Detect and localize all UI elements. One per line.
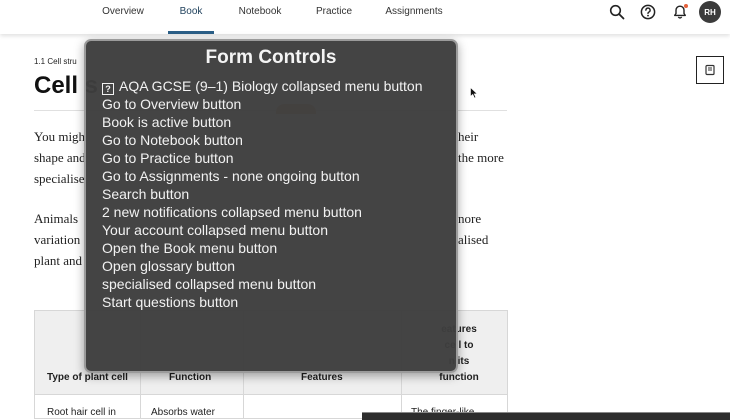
notification-dot bbox=[684, 4, 688, 8]
tab-overview-label: Overview bbox=[102, 6, 144, 17]
tab-assignments-label: Assignments bbox=[385, 6, 443, 17]
list-item[interactable]: Open glossary button bbox=[102, 257, 423, 275]
specialised-link[interactable]: the more bbox=[458, 147, 504, 168]
list-item[interactable]: Search button bbox=[102, 185, 423, 203]
form-controls-overlay: Form Controls ? AQA GCSE (9–1) Biology co… bbox=[84, 39, 458, 373]
paragraph-2-right-line-1: nore bbox=[458, 211, 482, 226]
list-item[interactable]: Go to Overview button bbox=[102, 95, 423, 113]
tab-book[interactable]: Book bbox=[168, 0, 214, 34]
list-item[interactable]: 2 new notifications collapsed menu butto… bbox=[102, 203, 423, 221]
tab-practice[interactable]: Practice bbox=[310, 0, 358, 34]
paragraph-1-right-line-1: heir bbox=[458, 129, 479, 144]
cell-absorbs-water: Absorbs water bbox=[151, 407, 215, 418]
list-item[interactable]: Open the Book menu button bbox=[102, 239, 423, 257]
overlay-title: Form Controls bbox=[205, 47, 337, 68]
paragraph-2-right-line-2: alised bbox=[458, 232, 489, 247]
list-item[interactable]: Start questions button bbox=[102, 293, 423, 311]
list-item[interactable]: Go to Notebook button bbox=[102, 131, 423, 149]
avatar[interactable]: RH bbox=[699, 1, 721, 23]
list-item[interactable]: Book is active button bbox=[102, 113, 423, 131]
tab-notebook-label: Notebook bbox=[238, 6, 282, 17]
question-box-icon: ? bbox=[102, 83, 114, 95]
search-icon[interactable] bbox=[607, 2, 627, 22]
mouse-cursor-icon bbox=[470, 86, 479, 104]
list-item[interactable]: specialised collapsed menu button bbox=[102, 275, 423, 293]
help-icon[interactable] bbox=[638, 2, 658, 22]
paragraph-2-right: nore alised bbox=[458, 208, 488, 250]
tab-practice-label: Practice bbox=[315, 6, 353, 17]
glossary-book-icon bbox=[705, 64, 715, 76]
form-controls-list: ? AQA GCSE (9–1) Biology collapsed menu b… bbox=[102, 77, 423, 311]
top-navigation: Overview Book Notebook Practice Assignme… bbox=[0, 0, 730, 34]
cell-root-hair: Root hair cell in bbox=[47, 407, 116, 418]
paragraph-1-right: heir the more bbox=[458, 126, 504, 168]
bell-icon[interactable] bbox=[670, 2, 690, 22]
list-item[interactable]: Your account collapsed menu button bbox=[102, 221, 423, 239]
tab-notebook[interactable]: Notebook bbox=[232, 0, 288, 34]
list-item[interactable]: Go to Practice button bbox=[102, 149, 423, 167]
list-item-label: AQA GCSE (9–1) Biology collapsed menu bu… bbox=[119, 78, 423, 94]
tab-assignments[interactable]: Assignments bbox=[380, 0, 448, 34]
breadcrumb: 1.1 Cell stru bbox=[34, 57, 77, 66]
tab-overview[interactable]: Overview bbox=[96, 0, 150, 34]
tab-book-label: Book bbox=[179, 6, 203, 17]
list-item[interactable]: Go to Assignments - none ongoing button bbox=[102, 167, 423, 185]
active-tab-underline bbox=[168, 31, 214, 34]
glossary-button[interactable] bbox=[696, 56, 724, 84]
list-item[interactable]: ? AQA GCSE (9–1) Biology collapsed menu b… bbox=[102, 77, 423, 95]
